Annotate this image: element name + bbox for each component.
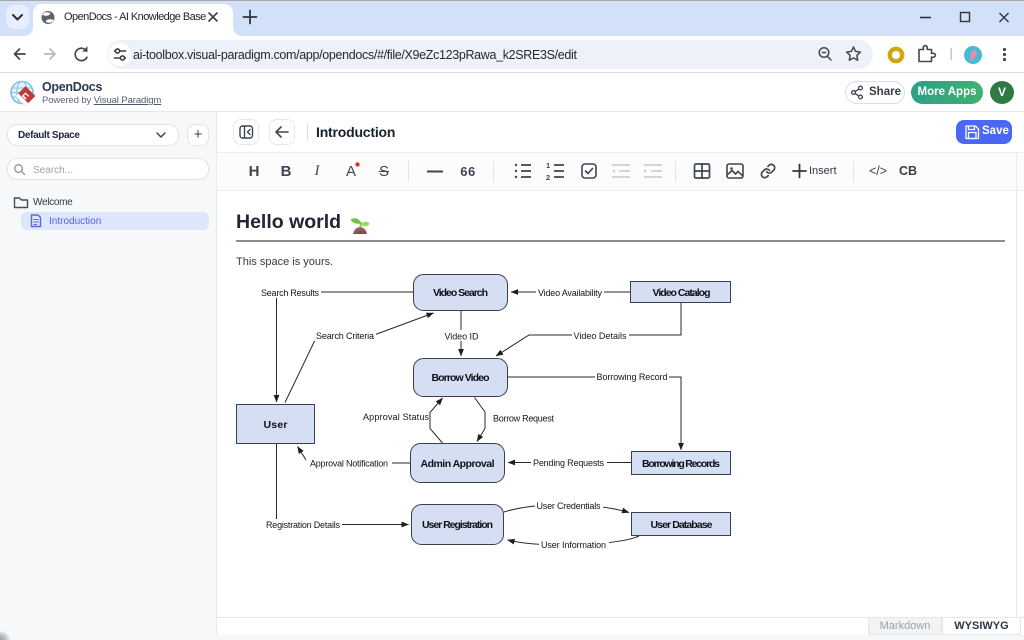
svg-text:User Registration: User Registration [422, 519, 493, 531]
svg-text:Video Availability: Video Availability [538, 288, 603, 298]
svg-text:Search Criteria: Search Criteria [316, 331, 374, 341]
svg-text:Video Search: Video Search [433, 287, 488, 299]
svg-text:Borrowing Record: Borrowing Record [597, 372, 668, 382]
svg-text:User Credentials: User Credentials [537, 501, 602, 511]
svg-text:Search Results: Search Results [261, 288, 320, 298]
svg-text:Pending Requests: Pending Requests [533, 458, 605, 468]
svg-text:Video ID: Video ID [445, 332, 480, 342]
svg-text:User Database: User Database [651, 519, 713, 531]
svg-text:User Information: User Information [541, 540, 606, 550]
svg-text:Borrowing Records: Borrowing Records [642, 458, 720, 470]
svg-text:Video Details: Video Details [574, 331, 628, 341]
svg-text:Video Catalog: Video Catalog [653, 287, 711, 299]
svg-text:Approval Notification: Approval Notification [310, 459, 388, 469]
svg-text:Registration Details: Registration Details [266, 520, 341, 530]
svg-text:Approval Status: Approval Status [363, 412, 430, 422]
svg-text:Borrow Request: Borrow Request [493, 414, 554, 424]
svg-text:Admin Approval: Admin Approval [421, 458, 495, 470]
svg-text:Borrow Video: Borrow Video [432, 372, 490, 384]
svg-text:User: User [264, 419, 288, 431]
